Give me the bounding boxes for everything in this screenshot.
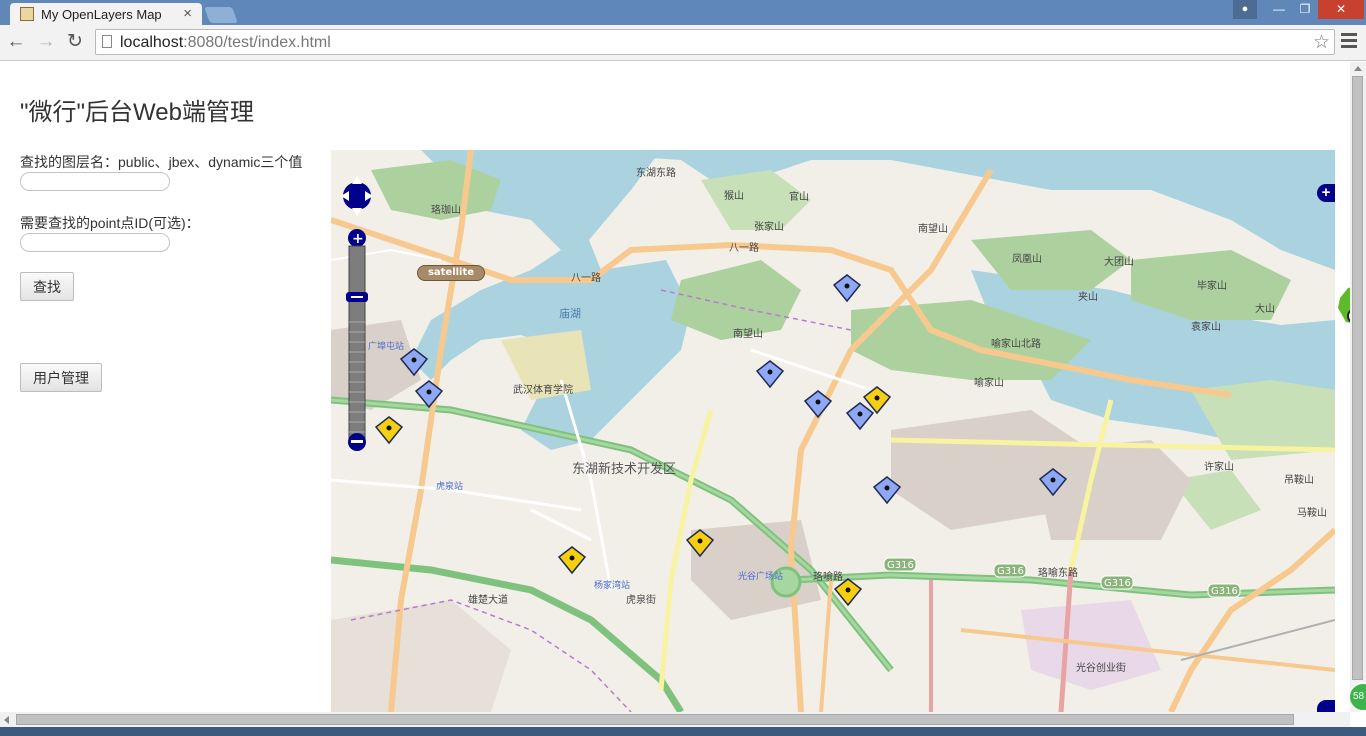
tab-title: My OpenLayers Map	[41, 7, 162, 22]
g316-label-4: G316	[1211, 586, 1238, 597]
map-label-huquan: 虎泉街	[626, 593, 656, 606]
layer-name-input[interactable]	[20, 172, 170, 191]
openlayers-map[interactable]: 珞珈山 猴山 官山 张家山 南望山 南望山 凤凰山 大团山 夹山 毕家山 大山 …	[331, 150, 1335, 712]
page-title: "微行"后台Web端管理	[20, 99, 254, 126]
browser-tab[interactable]: My OpenLayers Map ×	[10, 3, 202, 25]
map-label-diaoanshan: 吊鞍山	[1284, 473, 1314, 486]
map-label-nanwangshan: 南望山	[918, 222, 948, 235]
address-bar[interactable]: localhost:8080/test/index.html ☆	[95, 29, 1335, 55]
forward-arrow-icon[interactable]: →	[35, 31, 57, 53]
vertical-scrollbar[interactable]	[1350, 62, 1366, 712]
map-label-luojiashan: 珞珈山	[431, 203, 461, 216]
satellite-layer-label[interactable]: satellite	[417, 265, 485, 281]
user-management-button[interactable]: 用户管理	[20, 363, 102, 392]
browser-menu-icon[interactable]	[1341, 33, 1357, 51]
horizontal-scrollbar[interactable]	[0, 712, 1350, 727]
minimize-button[interactable]: —	[1266, 0, 1292, 19]
point-id-label: 需要查找的point点ID(可选)：	[20, 215, 200, 231]
bookmark-star-icon[interactable]: ☆	[1313, 31, 1330, 54]
blue-map-marker-icon[interactable]	[1038, 467, 1068, 497]
browser-titlebar: My OpenLayers Map × ● — ❐ ✕	[0, 0, 1366, 25]
map-label-luoyu-east: 珞喻东路	[1038, 566, 1078, 579]
map-label-huquan-station: 虎泉站	[436, 480, 463, 492]
map-label-maanshan: 马鞍山	[1297, 506, 1327, 519]
scroll-up-arrow-icon[interactable]	[1354, 66, 1362, 71]
blue-map-marker-icon[interactable]	[399, 347, 429, 377]
page-icon	[102, 35, 112, 48]
close-window-button[interactable]: ✕	[1318, 0, 1364, 19]
search-button[interactable]: 查找	[20, 272, 74, 301]
map-label-xujiashan: 许家山	[1204, 460, 1234, 473]
blue-map-marker-icon[interactable]	[872, 475, 902, 505]
svg-text:+: +	[352, 231, 364, 247]
layer-name-label: 查找的图层名：public、jbex、dynamic三个值	[20, 154, 303, 170]
browser-toolbar: ← → ↻ localhost:8080/test/index.html ☆	[0, 25, 1366, 61]
map-label-stadium: 武汉体育学院	[513, 383, 573, 396]
map-label-shuangshan: 猴山	[724, 189, 744, 202]
yellow-map-marker-icon[interactable]	[862, 385, 892, 415]
map-label-yujiashan-north: 喻家山北路	[991, 337, 1041, 350]
map-label-donghu-east: 东湖东路	[636, 166, 676, 179]
url-path: :8080/test/index.html	[183, 34, 331, 51]
g316-label-2: G316	[997, 566, 1024, 577]
zoom-slider-track[interactable]	[348, 245, 366, 443]
url-host: localhost	[120, 34, 184, 51]
new-tab-button[interactable]	[204, 7, 238, 23]
yellow-map-marker-icon[interactable]	[374, 415, 404, 445]
back-arrow-icon[interactable]: ←	[5, 31, 27, 53]
blue-map-marker-icon[interactable]	[414, 379, 444, 409]
page-favicon-icon	[20, 7, 34, 21]
scroll-left-arrow-icon[interactable]	[4, 716, 9, 724]
tab-close-icon[interactable]: ×	[183, 5, 192, 22]
pan-control[interactable]	[341, 176, 373, 216]
g316-shield-4: G316	[1207, 583, 1241, 598]
yellow-map-marker-icon[interactable]	[685, 528, 715, 558]
map-label-bayi-road: 八一路	[729, 241, 759, 254]
reload-icon[interactable]: ↻	[64, 31, 86, 53]
pan-zoom-control[interactable]: +	[339, 170, 379, 452]
blue-map-marker-icon[interactable]	[803, 389, 833, 419]
g316-shield-2: G316	[993, 563, 1027, 578]
layer-switcher-tab[interactable]	[1317, 700, 1335, 712]
map-label-lake: 庙湖	[559, 306, 581, 320]
layer-switcher-button[interactable]: +	[1317, 184, 1335, 202]
map-label-fengshan: 凤凰山	[1012, 253, 1042, 265]
zoom-in-button[interactable]: +	[348, 229, 366, 247]
map-label-bayi-road2: 八一路	[571, 271, 601, 284]
map-label-guanshan: 官山	[789, 190, 809, 203]
g316-shield-3: G316	[1100, 575, 1134, 590]
map-base-tiles: 珞珈山 猴山 官山 张家山 南望山 南望山 凤凰山 大团山 夹山 毕家山 大山 …	[331, 150, 1335, 712]
maximize-button[interactable]: ❐	[1292, 0, 1318, 19]
map-label-jiashan: 夹山	[1078, 290, 1098, 303]
map-label-zhangjiashan: 张家山	[754, 220, 784, 233]
blue-map-marker-icon[interactable]	[755, 359, 785, 389]
user-profile-icon[interactable]: ●	[1233, 0, 1257, 19]
map-label-dashan: 大山	[1255, 302, 1275, 315]
map-label-zone: 东湖新技术开发区	[572, 461, 676, 477]
map-label-datuanshan: 大团山	[1104, 255, 1134, 268]
point-id-input[interactable]	[20, 233, 170, 252]
g316-shield-1: G316	[883, 557, 917, 572]
map-label-xiongchu: 雄楚大道	[468, 593, 508, 606]
map-label-yangjiawan: 杨家湾站	[594, 579, 630, 591]
yellow-map-marker-icon[interactable]	[557, 545, 587, 575]
g316-label-1: G316	[887, 560, 914, 571]
map-label-guanggu-station: 光谷广场站	[738, 570, 783, 582]
g316-label-3: G316	[1104, 578, 1131, 589]
os-taskbar	[0, 727, 1366, 736]
yellow-map-marker-icon[interactable]	[833, 577, 863, 607]
map-label-guanggu-chuangye: 光谷创业街	[1076, 661, 1126, 674]
map-label-yuanjiashan: 袁家山	[1191, 320, 1221, 333]
map-label-yujiashan: 喻家山	[974, 376, 1004, 389]
url-text[interactable]: localhost:8080/test/index.html	[120, 34, 331, 52]
vertical-scroll-thumb[interactable]	[1352, 76, 1363, 680]
zoom-out-button[interactable]	[348, 433, 366, 451]
map-label-bijiashan: 毕家山	[1197, 279, 1227, 292]
horizontal-scroll-thumb[interactable]	[16, 714, 1294, 725]
blue-map-marker-icon[interactable]	[832, 273, 862, 303]
map-label-nanwangshan2: 南望山	[733, 327, 763, 340]
